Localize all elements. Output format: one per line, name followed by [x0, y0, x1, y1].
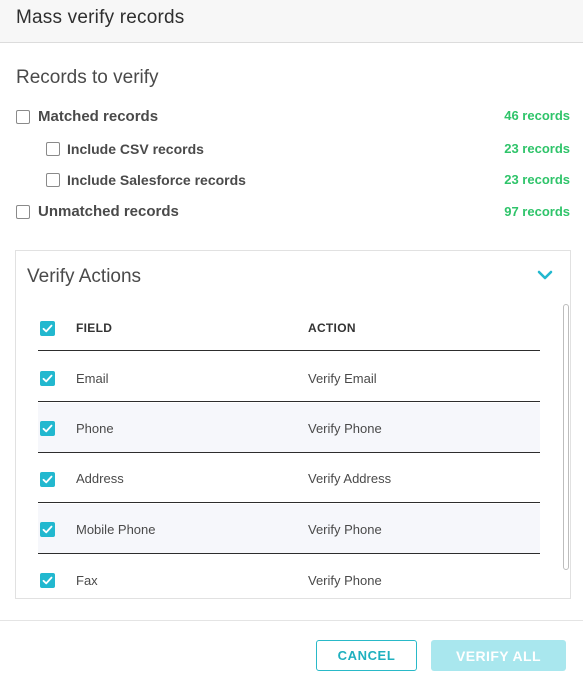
select-all-checkbox[interactable] [40, 321, 55, 336]
cancel-button[interactable]: CANCEL [316, 640, 417, 671]
action-cell: Verify Phone [308, 421, 382, 436]
table-row: Email Verify Email [38, 352, 540, 402]
field-cell: Fax [76, 573, 98, 588]
matched-records-row[interactable]: Matched records 46 records [0, 104, 583, 128]
row-checkbox-phone[interactable] [40, 421, 55, 436]
table-row: Mobile Phone Verify Phone [38, 504, 540, 554]
include-salesforce-count: 23 records [504, 172, 570, 187]
table-row: Phone Verify Phone [38, 403, 540, 453]
action-cell: Verify Phone [308, 573, 382, 588]
include-csv-label: Include CSV records [67, 141, 204, 157]
action-column-header: ACTION [308, 321, 356, 335]
row-checkbox-fax[interactable] [40, 573, 55, 588]
matched-records-label: Matched records [38, 108, 159, 125]
include-salesforce-row[interactable]: Include Salesforce records 23 records [0, 168, 583, 192]
row-divider [38, 401, 540, 402]
scrollbar-thumb[interactable] [563, 304, 569, 570]
include-csv-row[interactable]: Include CSV records 23 records [0, 137, 583, 161]
row-checkbox-email[interactable] [40, 371, 55, 386]
table-row: Fax Verify Phone [38, 555, 540, 598]
field-cell: Phone [76, 421, 114, 436]
unmatched-records-checkbox[interactable] [16, 205, 30, 219]
matched-records-checkbox[interactable] [16, 110, 30, 124]
unmatched-records-label: Unmatched records [38, 203, 179, 220]
table-scrollbar[interactable] [561, 301, 570, 598]
row-checkbox-address[interactable] [40, 472, 55, 487]
table-header-row: FIELD ACTION [38, 301, 540, 351]
row-divider [38, 502, 540, 503]
field-cell: Address [76, 471, 124, 486]
include-csv-checkbox[interactable] [46, 142, 60, 156]
row-divider [38, 553, 540, 554]
include-salesforce-label: Include Salesforce records [67, 172, 246, 188]
dialog-header: Mass verify records [0, 0, 583, 43]
unmatched-records-count: 97 records [504, 204, 570, 219]
dialog-title: Mass verify records [16, 7, 185, 28]
chevron-down-icon[interactable] [536, 268, 554, 282]
include-salesforce-checkbox[interactable] [46, 173, 60, 187]
field-cell: Mobile Phone [76, 522, 156, 537]
field-column-header: FIELD [76, 321, 113, 335]
verify-actions-title: Verify Actions [27, 266, 142, 287]
field-cell: Email [76, 371, 109, 386]
matched-records-count: 46 records [504, 108, 570, 123]
unmatched-records-row[interactable]: Unmatched records 97 records [0, 200, 583, 224]
row-checkbox-mobile-phone[interactable] [40, 522, 55, 537]
records-section-title: Records to verify [16, 67, 159, 88]
table-row: Address Verify Address [38, 453, 540, 503]
verify-actions-panel: Verify Actions FIELD ACTION Email Verify… [15, 250, 571, 599]
dialog-footer: CANCEL VERIFY ALL [0, 620, 583, 685]
action-cell: Verify Address [308, 471, 392, 486]
verify-all-button[interactable]: VERIFY ALL [431, 640, 566, 671]
action-cell: Verify Phone [308, 522, 382, 537]
include-csv-count: 23 records [504, 141, 570, 156]
row-divider [38, 350, 540, 351]
action-cell: Verify Email [308, 371, 377, 386]
